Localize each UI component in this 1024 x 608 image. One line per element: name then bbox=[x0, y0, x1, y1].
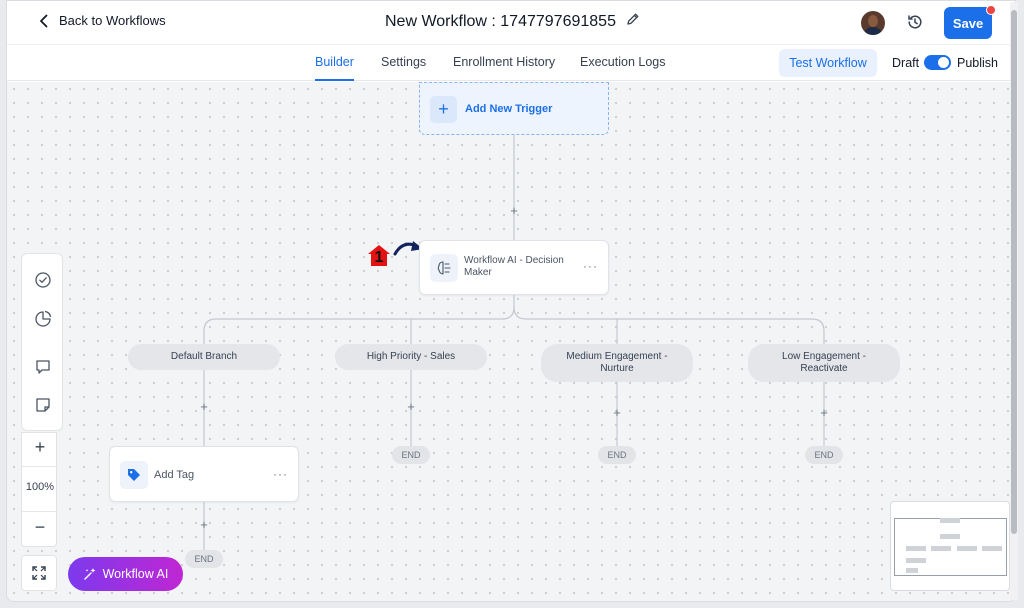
draft-label: Draft bbox=[892, 56, 920, 70]
add-step-plus[interactable]: + bbox=[198, 518, 210, 531]
comment-icon[interactable] bbox=[34, 358, 52, 376]
tab-enrollment-history[interactable]: Enrollment History bbox=[453, 55, 555, 81]
connector-lines bbox=[203, 135, 825, 550]
history-icon[interactable] bbox=[906, 13, 924, 31]
window-scrollbar[interactable] bbox=[1010, 2, 1018, 600]
branch-default[interactable]: Default Branch bbox=[128, 344, 280, 370]
annotation-number: 1 bbox=[374, 249, 384, 266]
workflow-ai-label: Workflow AI bbox=[102, 567, 169, 581]
publish-label: Publish bbox=[957, 56, 998, 70]
add-step-plus[interactable]: + bbox=[508, 204, 520, 217]
end-marker: END bbox=[805, 446, 843, 464]
add-new-trigger-node[interactable]: + Add New Trigger bbox=[419, 82, 609, 135]
add-tag-node[interactable]: Add Tag ··· bbox=[109, 446, 299, 502]
add-step-plus[interactable]: + bbox=[405, 400, 417, 413]
back-to-workflows-link[interactable]: Back to Workflows bbox=[37, 13, 166, 28]
tab-settings[interactable]: Settings bbox=[381, 55, 426, 81]
add-step-plus[interactable]: + bbox=[198, 400, 210, 413]
zoom-in-button[interactable]: + bbox=[22, 437, 58, 458]
pencil-icon[interactable] bbox=[626, 12, 640, 31]
avatar[interactable] bbox=[861, 11, 885, 35]
test-workflow-button[interactable]: Test Workflow bbox=[779, 49, 877, 77]
decision-maker-node[interactable]: Workflow AI - Decision Maker ··· bbox=[419, 240, 609, 295]
workflow-ai-button[interactable]: Workflow AI bbox=[68, 557, 183, 591]
check-circle-icon[interactable] bbox=[34, 271, 52, 289]
save-button[interactable]: Save bbox=[944, 7, 992, 39]
top-header: Back to Workflows New Workflow : 1747797… bbox=[7, 1, 1015, 45]
tag-icon bbox=[120, 461, 148, 489]
minimap[interactable] bbox=[890, 501, 1010, 591]
pie-chart-icon[interactable] bbox=[34, 310, 52, 328]
unsaved-indicator bbox=[986, 5, 996, 15]
chevron-left-icon bbox=[40, 14, 48, 27]
workflow-canvas[interactable]: + + Add New Trigger 1 Workflow AI - Deci… bbox=[7, 82, 1015, 601]
fit-screen-button[interactable] bbox=[21, 555, 57, 591]
decision-node-label: Workflow AI - Decision Maker bbox=[464, 255, 564, 278]
node-more-menu[interactable]: ··· bbox=[583, 259, 598, 273]
ai-brain-icon bbox=[430, 254, 458, 282]
app-frame: Back to Workflows New Workflow : 1747797… bbox=[6, 0, 1016, 602]
plus-icon: + bbox=[430, 96, 457, 123]
canvas-tool-panel bbox=[21, 253, 63, 431]
zoom-level: 100% bbox=[25, 481, 55, 493]
workflow-title-area: New Workflow : 1747797691855 bbox=[385, 12, 640, 31]
node-more-menu[interactable]: ··· bbox=[273, 467, 288, 481]
sticky-note-icon[interactable] bbox=[34, 396, 52, 414]
zoom-out-button[interactable]: − bbox=[22, 517, 58, 538]
end-marker: END bbox=[598, 446, 636, 464]
branch-high-priority-sales[interactable]: High Priority - Sales bbox=[335, 344, 487, 370]
end-marker: END bbox=[185, 550, 223, 568]
add-step-plus[interactable]: + bbox=[818, 406, 830, 419]
zoom-controls: + 100% − bbox=[21, 432, 58, 547]
branch-medium-engagement-nurture[interactable]: Medium Engagement - Nurture bbox=[541, 344, 693, 382]
sparkles-icon bbox=[83, 568, 96, 580]
add-step-plus[interactable]: + bbox=[611, 406, 623, 419]
trigger-label: Add New Trigger bbox=[465, 103, 553, 115]
tab-execution-logs[interactable]: Execution Logs bbox=[580, 55, 665, 81]
workflow-title: New Workflow : 1747797691855 bbox=[385, 12, 616, 30]
end-marker: END bbox=[392, 446, 430, 464]
publish-toggle[interactable] bbox=[924, 55, 951, 70]
fit-screen-icon bbox=[32, 566, 46, 580]
scrollbar-thumb[interactable] bbox=[1011, 10, 1017, 534]
annotation-marker: 1 bbox=[367, 243, 393, 267]
tab-builder[interactable]: Builder bbox=[315, 55, 354, 81]
tab-bar: Builder Settings Enrollment History Exec… bbox=[7, 45, 1015, 81]
add-tag-label: Add Tag bbox=[154, 469, 195, 481]
back-label: Back to Workflows bbox=[59, 13, 166, 28]
branch-low-engagement-reactivate[interactable]: Low Engagement - Reactivate bbox=[748, 344, 900, 382]
